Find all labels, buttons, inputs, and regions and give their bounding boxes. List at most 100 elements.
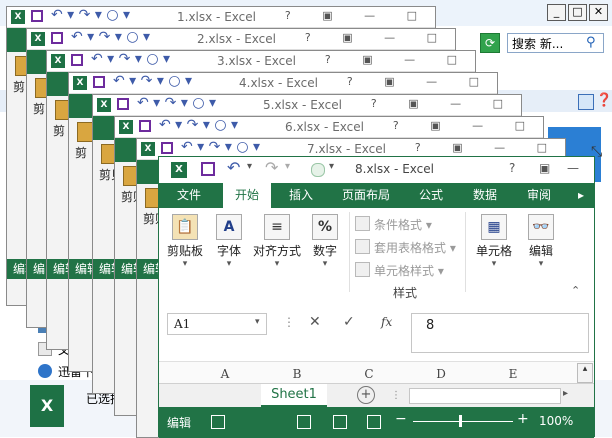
save-icon[interactable] (93, 76, 105, 88)
divider (465, 212, 466, 292)
ribbon-display-button[interactable]: ▣ (539, 161, 550, 175)
redo-icon[interactable]: ↷ (265, 158, 278, 177)
cancel-icon[interactable]: ✕ (309, 314, 321, 330)
save-icon[interactable] (117, 98, 129, 110)
normal-view-icon[interactable] (297, 415, 311, 429)
save-icon[interactable] (71, 54, 83, 66)
column-header[interactable]: C (333, 367, 405, 383)
cells-button[interactable]: ▦ 单元格 ▾ (469, 210, 519, 270)
scroll-right-icon[interactable]: ▸ (563, 388, 568, 399)
conditional-format-icon (355, 216, 370, 231)
save-icon[interactable] (51, 32, 63, 44)
tab-page-layout[interactable]: 页面布局 (333, 183, 399, 208)
undo-icon[interactable]: ↶ ▾ ↷ ▾ ○ ▾ (91, 51, 170, 67)
save-icon[interactable] (139, 120, 151, 132)
collapse-ribbon-icon[interactable]: ⌃ (571, 284, 580, 297)
window-controls[interactable]: ? ▣ — □ (285, 9, 431, 22)
redo-dropdown-icon[interactable]: ▾ (285, 161, 290, 172)
excel-logo-icon: X (11, 10, 25, 24)
excel-logo-icon: X (171, 162, 187, 178)
undo-icon[interactable]: ↶ ▾ ↷ ▾ ○ ▾ (71, 29, 150, 45)
undo-icon[interactable]: ↶ ▾ ↷ ▾ ○ ▾ (113, 73, 192, 89)
zoom-level[interactable]: 100% (539, 414, 573, 428)
sheet-tab-sheet1[interactable]: Sheet1 (261, 384, 327, 408)
zoom-out-icon[interactable]: − (395, 411, 407, 427)
cell-styles-button[interactable]: 单元格样式 ▾ (355, 262, 444, 279)
clipboard-label: 剪贴板 (166, 244, 203, 258)
name-box-dropdown-icon[interactable]: ▾ (255, 317, 260, 327)
customize-qat-icon[interactable]: ▾ (329, 161, 334, 172)
chevron-down-icon: ▾ (491, 259, 497, 269)
scroll-grip-icon: ⋮ (391, 390, 401, 401)
minimize-button[interactable]: — (567, 161, 579, 175)
help-icon[interactable]: ❓ (596, 93, 612, 109)
magnifier-icon[interactable]: ⚲ (586, 35, 602, 51)
window-title: 6.xlsx - Excel (285, 120, 364, 134)
column-header[interactable]: A (189, 367, 261, 383)
undo-icon[interactable]: ↶ (227, 158, 240, 177)
window-title: 5.xlsx - Excel (263, 98, 342, 112)
table-icon (355, 239, 370, 254)
macro-record-icon[interactable] (211, 415, 225, 429)
clipboard-icon (77, 122, 93, 142)
column-header[interactable]: B (261, 367, 333, 383)
save-icon[interactable] (201, 162, 215, 176)
column-header[interactable]: D (405, 367, 477, 383)
pane-icon[interactable] (578, 94, 594, 110)
undo-dropdown-icon[interactable]: ▾ (247, 161, 252, 172)
explorer-minimize-button[interactable]: _ (547, 4, 566, 21)
format-as-table-button[interactable]: 套用表格格式 ▾ (355, 239, 456, 256)
horizontal-scrollbar[interactable] (409, 388, 561, 404)
number-button[interactable]: % 数字 ▾ (303, 210, 347, 270)
alignment-button[interactable]: ≡ 对齐方式 ▾ (253, 210, 301, 270)
window-controls[interactable]: ? ▣ — □ (415, 141, 561, 154)
insert-function-icon[interactable]: fx (381, 315, 392, 329)
undo-icon[interactable]: ↶ ▾ ↷ ▾ ○ ▾ (159, 117, 238, 133)
window-controls[interactable]: ? ▣ — □ (347, 75, 493, 88)
zoom-in-icon[interactable]: + (517, 411, 529, 427)
tab-home[interactable]: 开始 (223, 183, 271, 208)
help-button[interactable]: ? (509, 161, 515, 175)
sheet-tab-bar: Sheet1 + ⋮ ▸ (159, 383, 594, 408)
page-break-view-icon[interactable] (367, 415, 381, 429)
excel-window-front[interactable]: X ↶ ▾ ↷ ▾ ▾ 8.xlsx - Excel ? ▣ — 文件 开始 插… (158, 156, 595, 438)
window-title: 4.xlsx - Excel (239, 76, 318, 90)
save-icon[interactable] (31, 10, 43, 22)
window-controls[interactable]: ? ▣ — □ (371, 97, 517, 110)
save-icon[interactable] (161, 142, 173, 154)
tab-formulas[interactable]: 公式 (407, 183, 455, 208)
zoom-slider[interactable] (413, 421, 513, 422)
page-layout-view-icon[interactable] (333, 415, 347, 429)
zoom-slider-thumb[interactable] (459, 415, 462, 427)
column-header[interactable]: E (477, 367, 549, 383)
refresh-icon[interactable]: ⟳ (480, 33, 500, 53)
undo-icon[interactable]: ↶ ▾ ↷ ▾ ○ ▾ (181, 139, 260, 155)
enter-icon[interactable]: ✓ (343, 314, 355, 330)
explorer-close-button[interactable]: ✕ (589, 4, 608, 21)
window-controls[interactable]: ? ▣ — □ (305, 31, 451, 44)
scroll-up-icon[interactable]: ▴ (577, 363, 593, 383)
undo-icon[interactable]: ↶ ▾ ↷ ▾ ○ ▾ (137, 95, 216, 111)
excel-logo-icon: X (73, 76, 87, 90)
tab-file[interactable]: 文件 (165, 183, 213, 208)
title-bar: X ↶ ▾ ↷ ▾ ▾ 8.xlsx - Excel ? ▣ — (159, 157, 594, 183)
cells-label: 单元格 (475, 244, 512, 258)
window-controls[interactable]: ? ▣ — □ (325, 53, 471, 66)
tab-scroll-right-icon[interactable]: ▸ (571, 183, 591, 208)
window-title: 8.xlsx - Excel (355, 162, 434, 176)
tab-review[interactable]: 审阅 (515, 183, 563, 208)
editing-button[interactable]: 👓 编辑 ▾ (519, 210, 563, 270)
formula-input[interactable]: 8 (411, 313, 589, 353)
font-button[interactable]: A 字体 ▾ (207, 210, 251, 270)
touch-mode-icon[interactable] (311, 163, 325, 177)
add-sheet-icon[interactable]: + (357, 386, 375, 404)
explorer-maximize-button[interactable]: □ (568, 4, 587, 21)
tab-data[interactable]: 数据 (461, 183, 509, 208)
window-controls[interactable]: ? ▣ — □ (393, 119, 539, 132)
conditional-format-button[interactable]: 条件格式 ▾ (355, 216, 432, 233)
clipboard-button[interactable]: 📋 剪贴板 ▾ (163, 210, 207, 270)
tab-insert[interactable]: 插入 (277, 183, 325, 208)
mode-indicator: 编 (33, 262, 46, 276)
name-box[interactable]: A1 (167, 313, 267, 335)
undo-icon[interactable]: ↶ ▾ ↷ ▾ ○ ▾ (51, 7, 130, 23)
